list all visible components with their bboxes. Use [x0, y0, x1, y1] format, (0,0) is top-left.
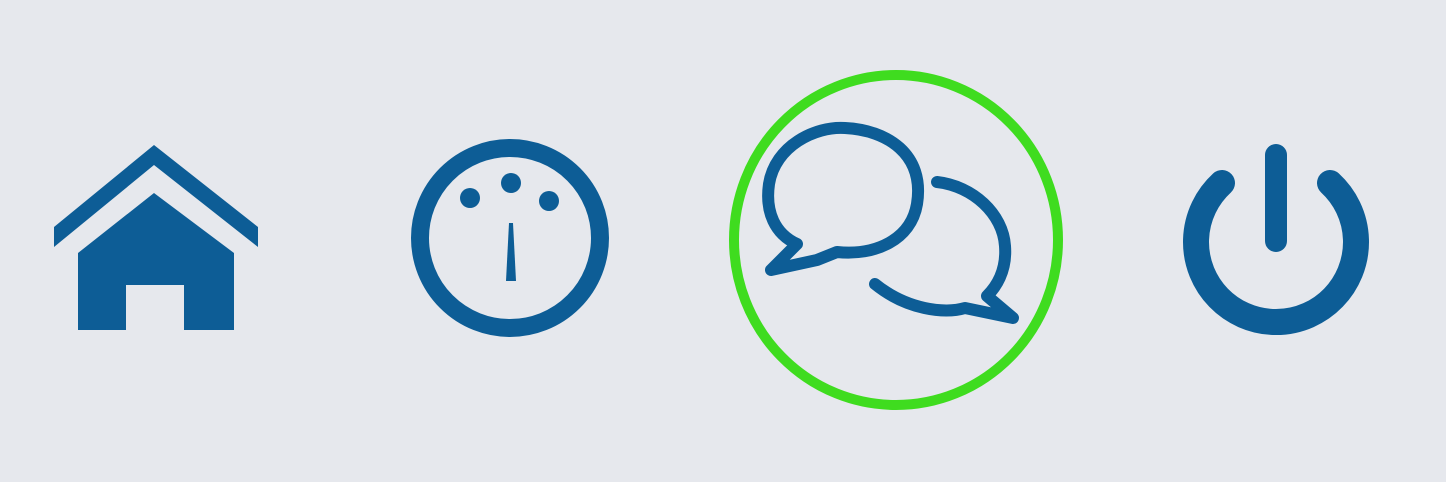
power-icon	[1183, 144, 1369, 336]
gauge-icon	[411, 139, 609, 337]
dashboard-button[interactable]	[405, 133, 619, 343]
chat-bubbles-icon	[729, 70, 1063, 410]
power-button[interactable]	[1172, 133, 1378, 343]
chat-button[interactable]	[725, 64, 1067, 416]
home-button[interactable]	[50, 135, 262, 335]
home-icon	[54, 145, 258, 330]
icon-toolbar	[0, 0, 1446, 482]
